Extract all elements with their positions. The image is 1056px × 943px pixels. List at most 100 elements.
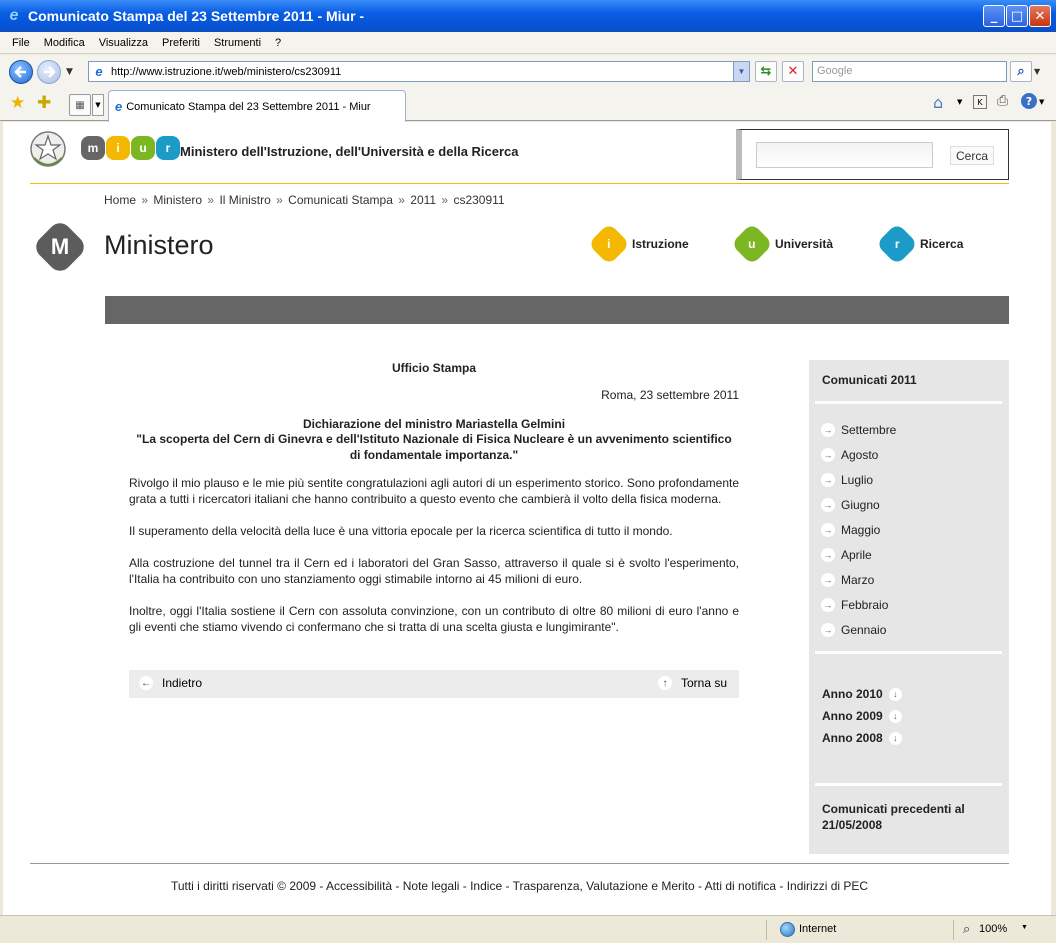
help-icon[interactable]: ? — [1021, 93, 1037, 109]
tab-active[interactable]: e Comunicato Stampa del 23 Settembre 201… — [108, 90, 406, 122]
favorites-star-icon[interactable]: ★ — [10, 93, 25, 113]
search-input[interactable]: Google — [812, 61, 1007, 82]
tab-title: Comunicato Stampa del 23 Settembre 2011 … — [126, 100, 371, 113]
address-dropdown-icon[interactable]: ▼ — [733, 62, 749, 81]
tab-list-icon[interactable]: ▼ — [92, 94, 104, 116]
sidebar-item-giugno[interactable]: → Giugno — [821, 498, 880, 512]
breadcrumb-2011[interactable]: 2011 — [410, 193, 436, 207]
maximize-button[interactable]: □ — [1006, 5, 1028, 27]
refresh-button[interactable]: ⇆ — [755, 61, 777, 82]
zoom-dropdown-icon[interactable]: ▼ — [1021, 924, 1028, 931]
footer-links[interactable]: Tutti i diritti riservati © 2009 - Acces… — [30, 879, 1009, 893]
sidebar-year-2010[interactable]: Anno 2010 ↓ — [822, 687, 902, 701]
page-icon: e — [95, 64, 103, 79]
minimize-button[interactable]: _ — [983, 5, 1005, 27]
article-paragraph-1b: Il superamento della velocità della luce… — [129, 524, 673, 538]
menu-preferiti[interactable]: Preferiti — [162, 37, 200, 49]
sidebar-item-gennaio[interactable]: → Gennaio — [821, 623, 886, 637]
arrow-right-icon: → — [821, 523, 835, 537]
site-search-input[interactable] — [756, 142, 933, 168]
quick-tabs-icon[interactable]: ▦ — [69, 94, 91, 116]
sidebar-item-aprile[interactable]: → Aprile — [821, 548, 872, 562]
breadcrumb-il-ministro[interactable]: Il Ministro — [219, 193, 270, 207]
back-button[interactable] — [9, 60, 33, 84]
print-icon[interactable]: ⎙ — [997, 93, 1008, 109]
header-divider — [30, 183, 1009, 184]
site-search-box: Cerca — [736, 129, 1009, 180]
sidebar-item-maggio[interactable]: → Maggio — [821, 523, 880, 537]
sidebar-divider — [815, 651, 1002, 654]
article-nav: ← Indietro ↑ Torna su — [129, 670, 739, 698]
menu-file[interactable]: File — [12, 37, 30, 49]
close-button[interactable]: ✕ — [1029, 5, 1051, 27]
home-dropdown-icon[interactable]: ▼ — [957, 98, 962, 106]
miur-logo[interactable]: m i u r — [81, 136, 180, 160]
search-go-icon[interactable]: ⌕ — [1010, 61, 1032, 82]
section-title: Ministero — [104, 230, 214, 260]
sidebar-item-settembre[interactable]: → Settembre — [821, 423, 896, 437]
arrow-right-icon: → — [821, 448, 835, 462]
menu-strumenti[interactable]: Strumenti — [214, 37, 261, 49]
miur-logo-i: i — [106, 136, 130, 160]
back-link[interactable]: ← Indietro — [139, 676, 202, 690]
article-date: Roma, 23 settembre 2011 — [601, 388, 739, 402]
istruzione-icon: i — [587, 222, 631, 266]
zoom-icon[interactable]: ⌕ — [963, 921, 970, 937]
menu-visualizza[interactable]: Visualizza — [99, 37, 148, 49]
top-link[interactable]: ↑ Torna su — [658, 676, 727, 690]
portal-universita[interactable]: u Università — [730, 222, 834, 266]
internet-zone-icon — [780, 922, 795, 937]
add-favorites-icon[interactable]: ✚ — [37, 93, 51, 113]
arrow-right-icon: → — [821, 473, 835, 487]
history-dropdown-icon[interactable]: ▼ — [66, 67, 73, 77]
zoom-level[interactable]: 100% — [979, 923, 1007, 935]
universita-icon: u — [730, 222, 774, 266]
sidebar-older-link[interactable]: Comunicati precedenti al 21/05/2008 — [822, 801, 992, 833]
tab-favicon-icon: e — [115, 99, 123, 114]
sidebar-year-2008[interactable]: Anno 2008 ↓ — [822, 731, 902, 745]
arrow-right-icon: → — [821, 598, 835, 612]
sidebar-item-marzo[interactable]: → Marzo — [821, 573, 874, 587]
portal-universita-label: Università — [775, 237, 834, 251]
breadcrumb-home[interactable]: Home — [104, 193, 136, 207]
article-paragraph-3: Inoltre, oggi l'Italia sostiene il Cern … — [129, 604, 739, 634]
portal-istruzione[interactable]: i Istruzione — [587, 222, 689, 266]
home-icon[interactable]: ⌂ — [933, 93, 943, 112]
forward-button[interactable] — [37, 60, 61, 84]
address-bar[interactable]: e http://www.istruzione.it/web/ministero… — [88, 61, 750, 82]
menu-help[interactable]: ? — [275, 37, 281, 49]
status-divider — [953, 920, 954, 940]
back-link-label: Indietro — [162, 676, 203, 690]
address-toolbar: ▼ e http://www.istruzione.it/web/ministe… — [0, 55, 1056, 88]
sidebar-year-2009[interactable]: Anno 2009 ↓ — [822, 709, 902, 723]
sidebar-divider — [815, 783, 1002, 786]
sidebar-item-febbraio[interactable]: → Febbraio — [821, 598, 888, 612]
sidebar-item-agosto[interactable]: → Agosto — [821, 448, 878, 462]
breadcrumb-ministero[interactable]: Ministero — [153, 193, 202, 207]
page-viewport: m i u r Ministero dell'Istruzione, dell'… — [3, 122, 1051, 915]
article-headline: Dichiarazione del ministro Mariastella G… — [302, 417, 566, 431]
sidebar-divider — [815, 401, 1002, 404]
portal-istruzione-label: Istruzione — [632, 237, 689, 251]
status-divider — [766, 920, 767, 940]
search-options-icon[interactable]: ▼ — [1034, 67, 1040, 76]
back-arrow-icon — [14, 66, 26, 78]
feeds-icon[interactable]: K — [973, 95, 987, 109]
title-bar: e Comunicato Stampa del 23 Settembre 201… — [0, 0, 1056, 32]
breadcrumb: Home » Ministero » Il Ministro » Comunic… — [104, 193, 505, 207]
menu-modifica[interactable]: Modifica — [44, 37, 85, 49]
chevron-down-icon: ↓ — [888, 709, 902, 723]
footer-divider — [30, 863, 1009, 864]
ie-logo-icon: e — [9, 7, 19, 24]
stop-button[interactable]: ✕ — [782, 61, 804, 82]
address-url[interactable]: http://www.istruzione.it/web/ministero/c… — [111, 66, 341, 78]
article-quote: "La scoperta del Cern di Ginevra e dell'… — [136, 432, 732, 462]
breadcrumb-comunicati-stampa[interactable]: Comunicati Stampa — [288, 193, 393, 207]
search-button[interactable]: Cerca — [950, 146, 994, 165]
help-dropdown-icon[interactable]: ▼ — [1039, 98, 1044, 106]
section-nav-bar — [105, 296, 1009, 324]
portal-ricerca[interactable]: r Ricerca — [875, 222, 963, 266]
zone-label: Internet — [799, 923, 837, 935]
article-office: Ufficio Stampa — [391, 361, 476, 375]
sidebar-item-luglio[interactable]: → Luglio — [821, 473, 873, 487]
